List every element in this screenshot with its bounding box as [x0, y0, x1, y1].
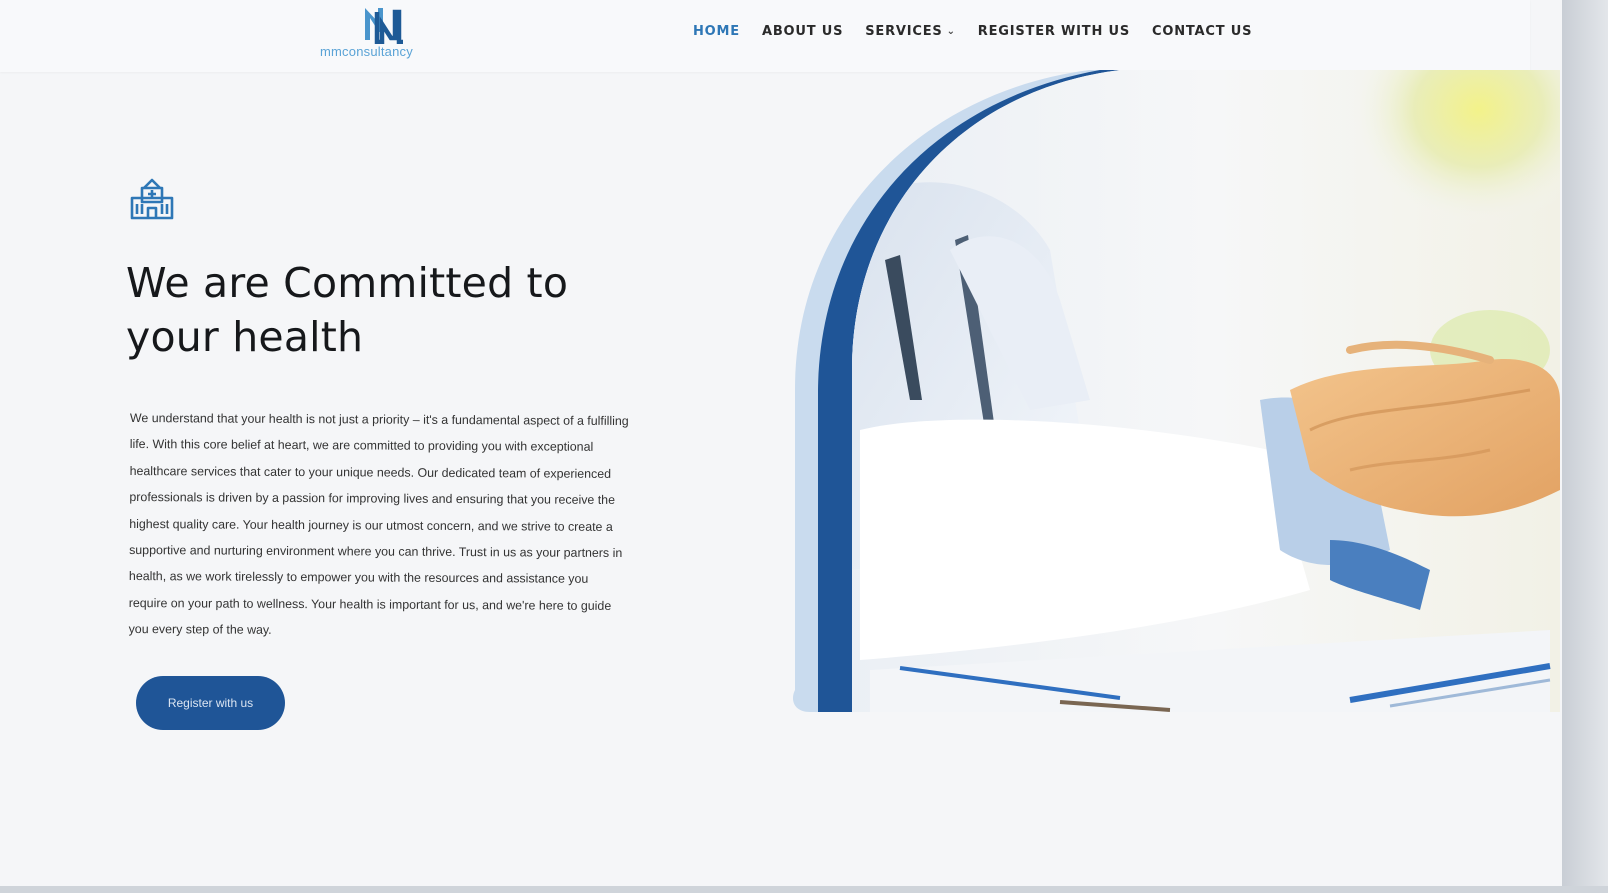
page: mmconsultancy HOME ABOUT US SERVICES ⌄ RE…	[0, 0, 1568, 888]
nav-item-home[interactable]: HOME	[693, 24, 740, 39]
logo-text: mmconsultancy	[320, 44, 413, 59]
logo-mark-icon	[365, 8, 403, 44]
nav-item-services[interactable]: SERVICES ⌄	[865, 24, 956, 39]
hospital-icon	[130, 178, 174, 220]
page-bottom-edge	[0, 886, 1608, 893]
page-edge-shadow	[1562, 0, 1608, 893]
nav-item-about-us[interactable]: ABOUT US	[762, 24, 843, 39]
nav-item-register-with-us[interactable]: REGISTER WITH US	[978, 24, 1130, 39]
hero-title-line-1: We are Committed to	[126, 259, 569, 307]
site-logo[interactable]: mmconsultancy	[318, 2, 448, 68]
nav-item-services-label: SERVICES	[865, 24, 943, 39]
hero-title: We are Committed to your health	[126, 256, 646, 364]
register-with-us-button[interactable]: Register with us	[136, 676, 285, 730]
chevron-down-icon: ⌄	[946, 26, 956, 37]
nav-item-contact-us[interactable]: CONTACT US	[1152, 24, 1252, 39]
main-nav: HOME ABOUT US SERVICES ⌄ REGISTER WITH US…	[693, 24, 1274, 39]
site-header: mmconsultancy HOME ABOUT US SERVICES ⌄ RE…	[0, 0, 1530, 72]
hero-description: We understand that your health is not ju…	[128, 410, 629, 638]
doctor-handshake-photo	[792, 70, 1560, 712]
hero-title-line-2: your health	[126, 313, 364, 361]
